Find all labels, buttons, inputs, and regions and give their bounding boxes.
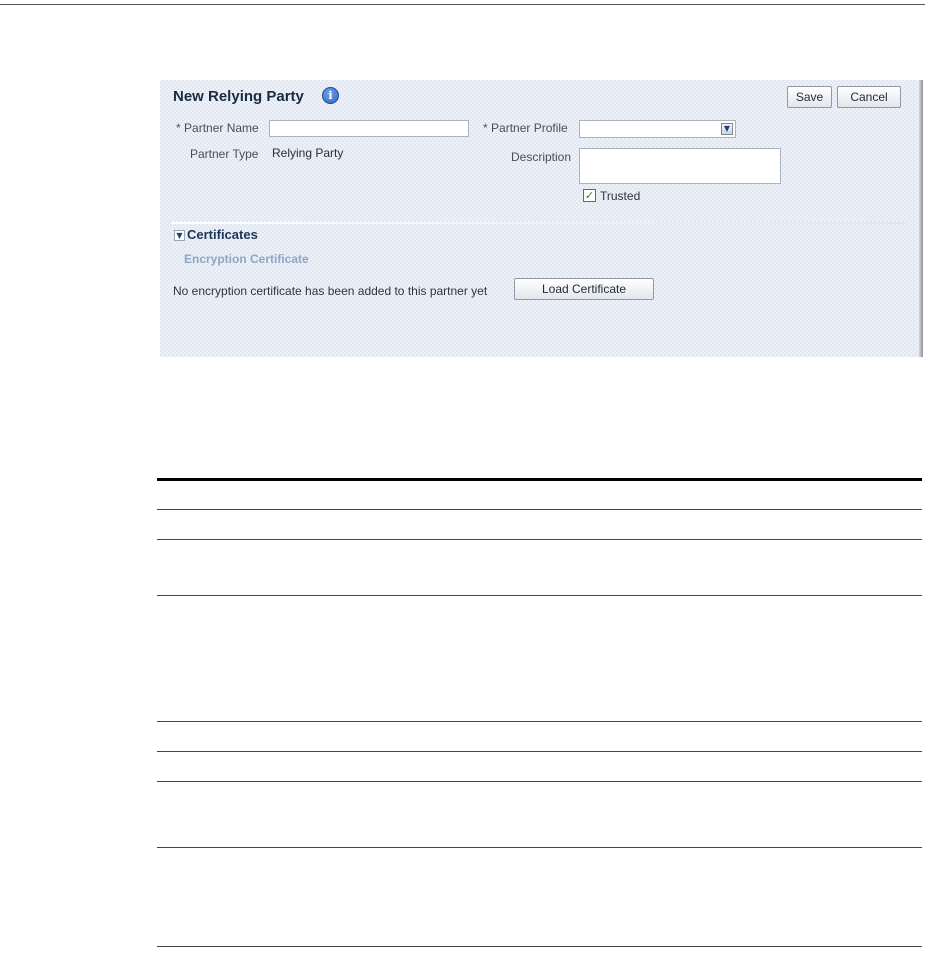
table-row-divider [157,751,922,752]
panel-edge [919,80,923,357]
certificates-section-title[interactable]: Certificates [187,227,258,242]
description-textarea[interactable] [579,148,781,184]
description-label: Description [511,150,572,164]
required-marker: * [483,121,488,135]
new-relying-party-panel: New Relying Party i Save Cancel * Partne… [160,80,923,357]
partner-name-label-group: * Partner Name [176,121,259,135]
chevron-down-icon[interactable]: ▼ [721,123,733,135]
partner-type-value: Relying Party [272,146,344,160]
check-icon: ✓ [584,189,595,202]
table-row-divider [157,781,922,782]
no-certificate-message: No encryption certificate has been added… [173,284,488,298]
table-row-divider [157,595,922,596]
trusted-checkbox[interactable]: ✓ [583,189,596,202]
section-divider [172,222,907,224]
info-icon[interactable]: i [322,87,339,104]
table-row-divider [157,539,922,540]
table-row-divider [157,721,922,722]
load-certificate-button[interactable]: Load Certificate [514,278,654,300]
table-top-rule [157,478,922,481]
partner-profile-label-group: * Partner Profile [483,121,568,135]
header-rule [0,4,925,5]
chevron-down-icon[interactable]: ▼ [174,230,185,241]
table-bottom-rule [157,946,922,947]
document-page: New Relying Party i Save Cancel * Partne… [0,0,925,974]
table-row-divider [157,847,922,848]
partner-profile-select[interactable]: ▼ [579,120,736,138]
cancel-button[interactable]: Cancel [837,86,901,108]
table-row-divider [157,509,922,510]
encryption-certificate-title: Encryption Certificate [184,252,309,266]
partner-profile-label: Partner Profile [491,121,568,135]
trusted-label: Trusted [600,189,641,203]
partner-name-label: Partner Name [184,121,259,135]
required-marker: * [176,121,181,135]
save-button[interactable]: Save [787,86,832,108]
partner-name-input[interactable] [269,120,469,137]
partner-type-label: Partner Type [190,147,259,161]
panel-title: New Relying Party [173,88,304,105]
